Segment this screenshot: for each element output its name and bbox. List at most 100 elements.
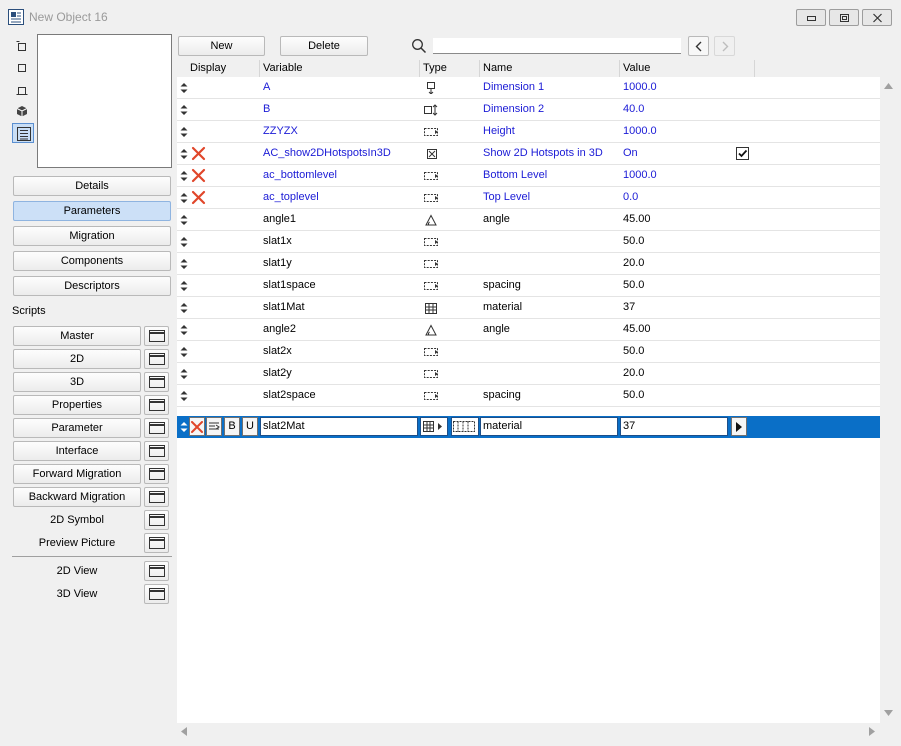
variable-cell[interactable]: angle1 <box>263 209 419 230</box>
new-parameter-button[interactable]: New <box>178 36 265 56</box>
value-cell[interactable]: 20.0 <box>623 253 723 274</box>
preview-canvas[interactable] <box>37 34 172 168</box>
name-cell[interactable] <box>483 253 619 274</box>
view-elevation-button[interactable] <box>12 81 34 101</box>
header-name[interactable]: Name <box>480 60 620 77</box>
open-properties-window-button[interactable] <box>144 395 169 415</box>
length-icon[interactable] <box>423 390 439 402</box>
length-icon[interactable] <box>423 258 439 270</box>
minimize-button[interactable] <box>796 9 826 26</box>
open-2d-view-window-button[interactable] <box>144 561 169 581</box>
script-master-button[interactable]: Master <box>13 326 141 346</box>
variable-cell[interactable]: slat1x <box>263 231 419 252</box>
drag-handle-icon[interactable] <box>180 325 188 335</box>
variable-cell[interactable]: slat1y <box>263 253 419 274</box>
name-cell[interactable]: Dimension 2 <box>483 99 619 120</box>
open-3d-window-button[interactable] <box>144 372 169 392</box>
angle-icon[interactable] <box>423 324 439 336</box>
search-input[interactable] <box>433 38 681 54</box>
value-cell[interactable]: 50.0 <box>623 385 723 406</box>
table-row[interactable]: slat2y 20.0 <box>177 363 880 385</box>
script-backward-migration-button[interactable]: Backward Migration <box>13 487 141 507</box>
locked-x-icon[interactable] <box>191 168 206 183</box>
name-cell[interactable]: Dimension 1 <box>483 77 619 98</box>
locked-x-icon[interactable] <box>191 146 206 161</box>
header-type[interactable]: Type <box>420 60 480 77</box>
horizontal-scrollbar[interactable] <box>177 723 880 740</box>
script-properties-button[interactable]: Properties <box>13 395 141 415</box>
open-parameter-window-button[interactable] <box>144 418 169 438</box>
open-3d-view-window-button[interactable] <box>144 584 169 604</box>
material-icon[interactable] <box>423 302 439 314</box>
variable-cell[interactable]: ac_toplevel <box>263 187 419 208</box>
boolean-icon[interactable] <box>423 148 439 160</box>
table-row[interactable]: ac_toplevel Top Level 0.0 <box>177 187 880 209</box>
section-descriptors-button[interactable]: Descriptors <box>13 276 171 296</box>
open-forward-migration-window-button[interactable] <box>144 464 169 484</box>
maximize-button[interactable] <box>829 9 859 26</box>
drag-handle-icon[interactable] <box>180 237 188 247</box>
header-value[interactable]: Value <box>620 60 755 77</box>
section-migration-button[interactable]: Migration <box>13 226 171 246</box>
drag-handle-icon[interactable] <box>180 149 188 159</box>
variable-cell[interactable]: ac_bottomlevel <box>263 165 419 186</box>
drag-handle-icon[interactable] <box>180 127 188 137</box>
value-checkbox[interactable] <box>736 147 749 160</box>
name-cell[interactable] <box>483 341 619 362</box>
view-3d-button[interactable] <box>12 102 34 122</box>
drag-handle-icon[interactable] <box>180 369 188 379</box>
script-3d-button[interactable]: 3D <box>13 372 141 392</box>
section-details-button[interactable]: Details <box>13 176 171 196</box>
dimension-b-icon[interactable] <box>423 104 439 116</box>
length-icon[interactable] <box>423 346 439 358</box>
open-2d-window-button[interactable] <box>144 349 169 369</box>
script-2d-button[interactable]: 2D <box>13 349 141 369</box>
previous-match-button[interactable] <box>688 36 709 56</box>
delete-parameter-button[interactable]: Delete <box>280 36 368 56</box>
variable-cell[interactable]: slat2space <box>263 385 419 406</box>
variable-cell[interactable]: A <box>263 77 419 98</box>
length-icon[interactable] <box>423 280 439 292</box>
length-icon[interactable] <box>423 126 439 138</box>
length-icon[interactable] <box>423 170 439 182</box>
variable-cell[interactable]: slat2y <box>263 363 419 384</box>
drag-handle-icon[interactable] <box>180 391 188 401</box>
value-cell[interactable]: 40.0 <box>623 99 723 120</box>
variable-cell[interactable]: B <box>263 99 419 120</box>
table-row[interactable]: AC_show2DHotspotsIn3D Show 2D Hotspots in… <box>177 143 880 165</box>
table-row[interactable]: slat1Mat material 37 <box>177 297 880 319</box>
name-cell[interactable] <box>483 231 619 252</box>
scroll-down-icon[interactable] <box>884 710 893 716</box>
view-plan-button[interactable] <box>12 38 34 58</box>
name-cell[interactable]: material <box>483 297 619 318</box>
name-cell[interactable] <box>483 363 619 384</box>
locked-toggle[interactable] <box>189 417 205 436</box>
bold-toggle[interactable]: B <box>224 417 240 436</box>
value-cell[interactable]: 0.0 <box>623 187 723 208</box>
table-row[interactable]: slat1space spacing 50.0 <box>177 275 880 297</box>
drag-handle-icon[interactable] <box>180 171 188 181</box>
length-icon[interactable] <box>423 236 439 248</box>
scroll-left-icon[interactable] <box>181 727 187 736</box>
script-forward-migration-button[interactable]: Forward Migration <box>13 464 141 484</box>
unique-toggle[interactable]: U <box>242 417 258 436</box>
script-parameter-button[interactable]: Parameter <box>13 418 141 438</box>
value-cell[interactable]: 1000.0 <box>623 121 723 142</box>
value-cell[interactable]: 20.0 <box>623 363 723 384</box>
vertical-scrollbar[interactable] <box>880 77 897 723</box>
script-interface-button[interactable]: Interface <box>13 441 141 461</box>
name-cell[interactable]: angle <box>483 209 619 230</box>
drag-handle-icon[interactable] <box>180 193 188 203</box>
table-row[interactable]: slat2x 50.0 <box>177 341 880 363</box>
length-icon[interactable] <box>423 192 439 204</box>
drag-handle-icon[interactable] <box>180 259 188 269</box>
table-row[interactable]: B Dimension 2 40.0 <box>177 99 880 121</box>
value-cell[interactable]: 50.0 <box>623 341 723 362</box>
dimension-a-icon[interactable] <box>423 82 439 94</box>
open-interface-window-button[interactable] <box>144 441 169 461</box>
header-display[interactable]: Display <box>187 60 260 77</box>
drag-handle-icon[interactable] <box>180 105 188 115</box>
table-row[interactable]: slat1y 20.0 <box>177 253 880 275</box>
header-variable[interactable]: Variable <box>260 60 420 77</box>
name-cell[interactable]: Bottom Level <box>483 165 619 186</box>
